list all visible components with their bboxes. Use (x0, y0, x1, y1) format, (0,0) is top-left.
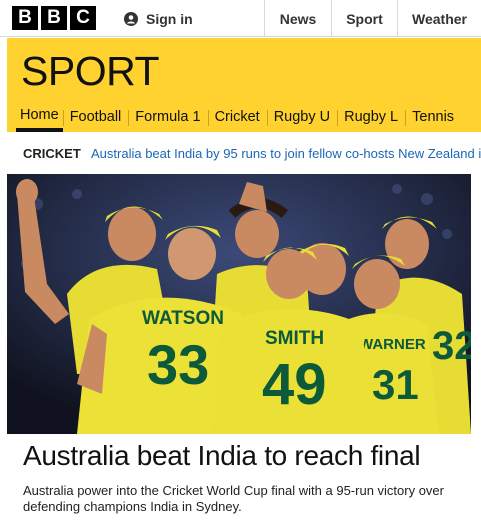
bbc-logo[interactable]: B B C (12, 6, 96, 30)
tab-rugby-league[interactable]: Rugby L (337, 102, 405, 132)
jersey-name-smith: SMITH (265, 328, 324, 349)
top-nav: News Sport Weather (264, 0, 481, 37)
logo-letter: C (70, 6, 96, 30)
nav-news[interactable]: News (264, 0, 331, 37)
jersey-name-warner: WARNER (359, 336, 426, 353)
sport-nav: Home Football Formula 1 Cricket Rugby U … (7, 102, 461, 132)
hero-image[interactable]: 32 WARNER 31 WATSON 33 SMITH 49 (7, 174, 471, 434)
jersey-number-33: 33 (147, 333, 209, 396)
tab-football[interactable]: Football (62, 102, 129, 132)
tab-formula-1[interactable]: Formula 1 (128, 102, 207, 132)
jersey-number-32: 32 (432, 324, 471, 368)
logo-letter: B (12, 6, 38, 30)
breaking-ticker: CRICKET Australia beat India by 95 runs … (7, 132, 481, 174)
bbc-top-bar: B B C Sign in News Sport Weather (0, 0, 481, 37)
signin-link[interactable]: Sign in (124, 0, 193, 37)
tab-home[interactable]: Home (16, 102, 63, 132)
logo-letter: B (41, 6, 67, 30)
sport-header: SPORT Home Football Formula 1 Cricket Ru… (7, 38, 481, 132)
nav-sport[interactable]: Sport (331, 0, 397, 37)
user-icon (124, 11, 138, 26)
story-headline-link[interactable]: Australia beat India to reach final (23, 440, 421, 472)
jersey-number-31: 31 (372, 361, 419, 408)
tab-rugby-union[interactable]: Rugby U (266, 102, 337, 132)
jersey-number-49: 49 (262, 352, 327, 417)
sport-title[interactable]: SPORT (21, 48, 160, 95)
nav-weather[interactable]: Weather (397, 0, 481, 37)
ticker-tag: CRICKET (23, 146, 81, 161)
jersey-name-watson: WATSON (142, 308, 224, 329)
signin-label: Sign in (146, 10, 193, 27)
tab-cricket[interactable]: Cricket (207, 102, 267, 132)
ticker-headline-link[interactable]: Australia beat India by 95 runs to join … (91, 146, 481, 161)
tab-tennis[interactable]: Tennis (405, 102, 461, 132)
story-summary: Australia power into the Cricket World C… (23, 483, 444, 514)
